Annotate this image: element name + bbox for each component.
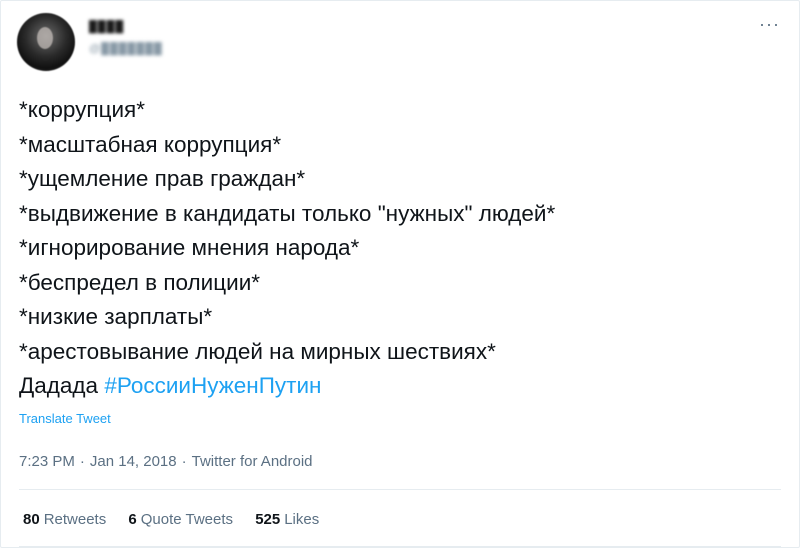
tweet-card: ████ @███████ ··· *коррупция* *масштабна…: [0, 0, 800, 548]
quote-tweets-stat[interactable]: 6 Quote Tweets: [128, 511, 233, 528]
tweet-line: *низкие зарплаты*: [19, 304, 213, 329]
tweet-stats: 80 Retweets 6 Quote Tweets 525 Likes: [23, 511, 337, 528]
divider: [19, 546, 781, 547]
retweets-label: Retweets: [43, 511, 107, 528]
quote-tweets-label: Quote Tweets: [140, 511, 234, 528]
tweet-line: *выдвижение в кандидаты только "нужных" …: [19, 200, 556, 226]
tweet-meta: 7:23 PM · Jan 14, 2018 · Twitter for Android: [19, 453, 313, 470]
tweet-line: *беспредел в полиции*: [19, 269, 261, 295]
retweets-count: 80: [23, 511, 40, 528]
hashtag-link[interactable]: #РоссииНуженПутин: [104, 373, 321, 398]
avatar-face: [37, 27, 53, 49]
tweet-last-line-text: Дадада: [19, 373, 99, 398]
avatar[interactable]: [17, 13, 75, 71]
retweets-stat[interactable]: 80 Retweets: [23, 511, 106, 528]
tweet-line: *масштабная коррупция*: [19, 131, 282, 157]
tweet-time[interactable]: 7:23 PM: [19, 453, 75, 470]
likes-stat[interactable]: 525 Likes: [255, 511, 319, 528]
likes-label: Likes: [284, 511, 320, 528]
tweet-line: *игнорирование мнения народа*: [19, 235, 360, 260]
more-horizontal-icon[interactable]: ···: [759, 15, 780, 33]
user-handle[interactable]: @███████: [89, 43, 163, 55]
divider: [19, 489, 781, 490]
meta-separator: ·: [79, 453, 85, 470]
tweet-source[interactable]: Twitter for Android: [192, 453, 313, 470]
quote-tweets-count: 6: [128, 511, 137, 528]
tweet-line: *арестовывание людей на мирных шествиях*: [19, 338, 496, 364]
tweet-line: *ущемление прав граждан*: [19, 166, 306, 191]
likes-count: 525: [255, 511, 281, 528]
tweet-line: *коррупция*: [19, 97, 145, 122]
meta-separator: ·: [181, 453, 187, 470]
display-name[interactable]: ████: [89, 21, 124, 33]
translate-tweet-link[interactable]: Translate Tweet: [19, 411, 111, 426]
tweet-last-line: Дадада #РоссииНуженПутин: [19, 369, 779, 404]
tweet-date[interactable]: Jan 14, 2018: [90, 453, 177, 470]
tweet-text: *коррупция* *масштабная коррупция* *ущем…: [19, 93, 779, 404]
